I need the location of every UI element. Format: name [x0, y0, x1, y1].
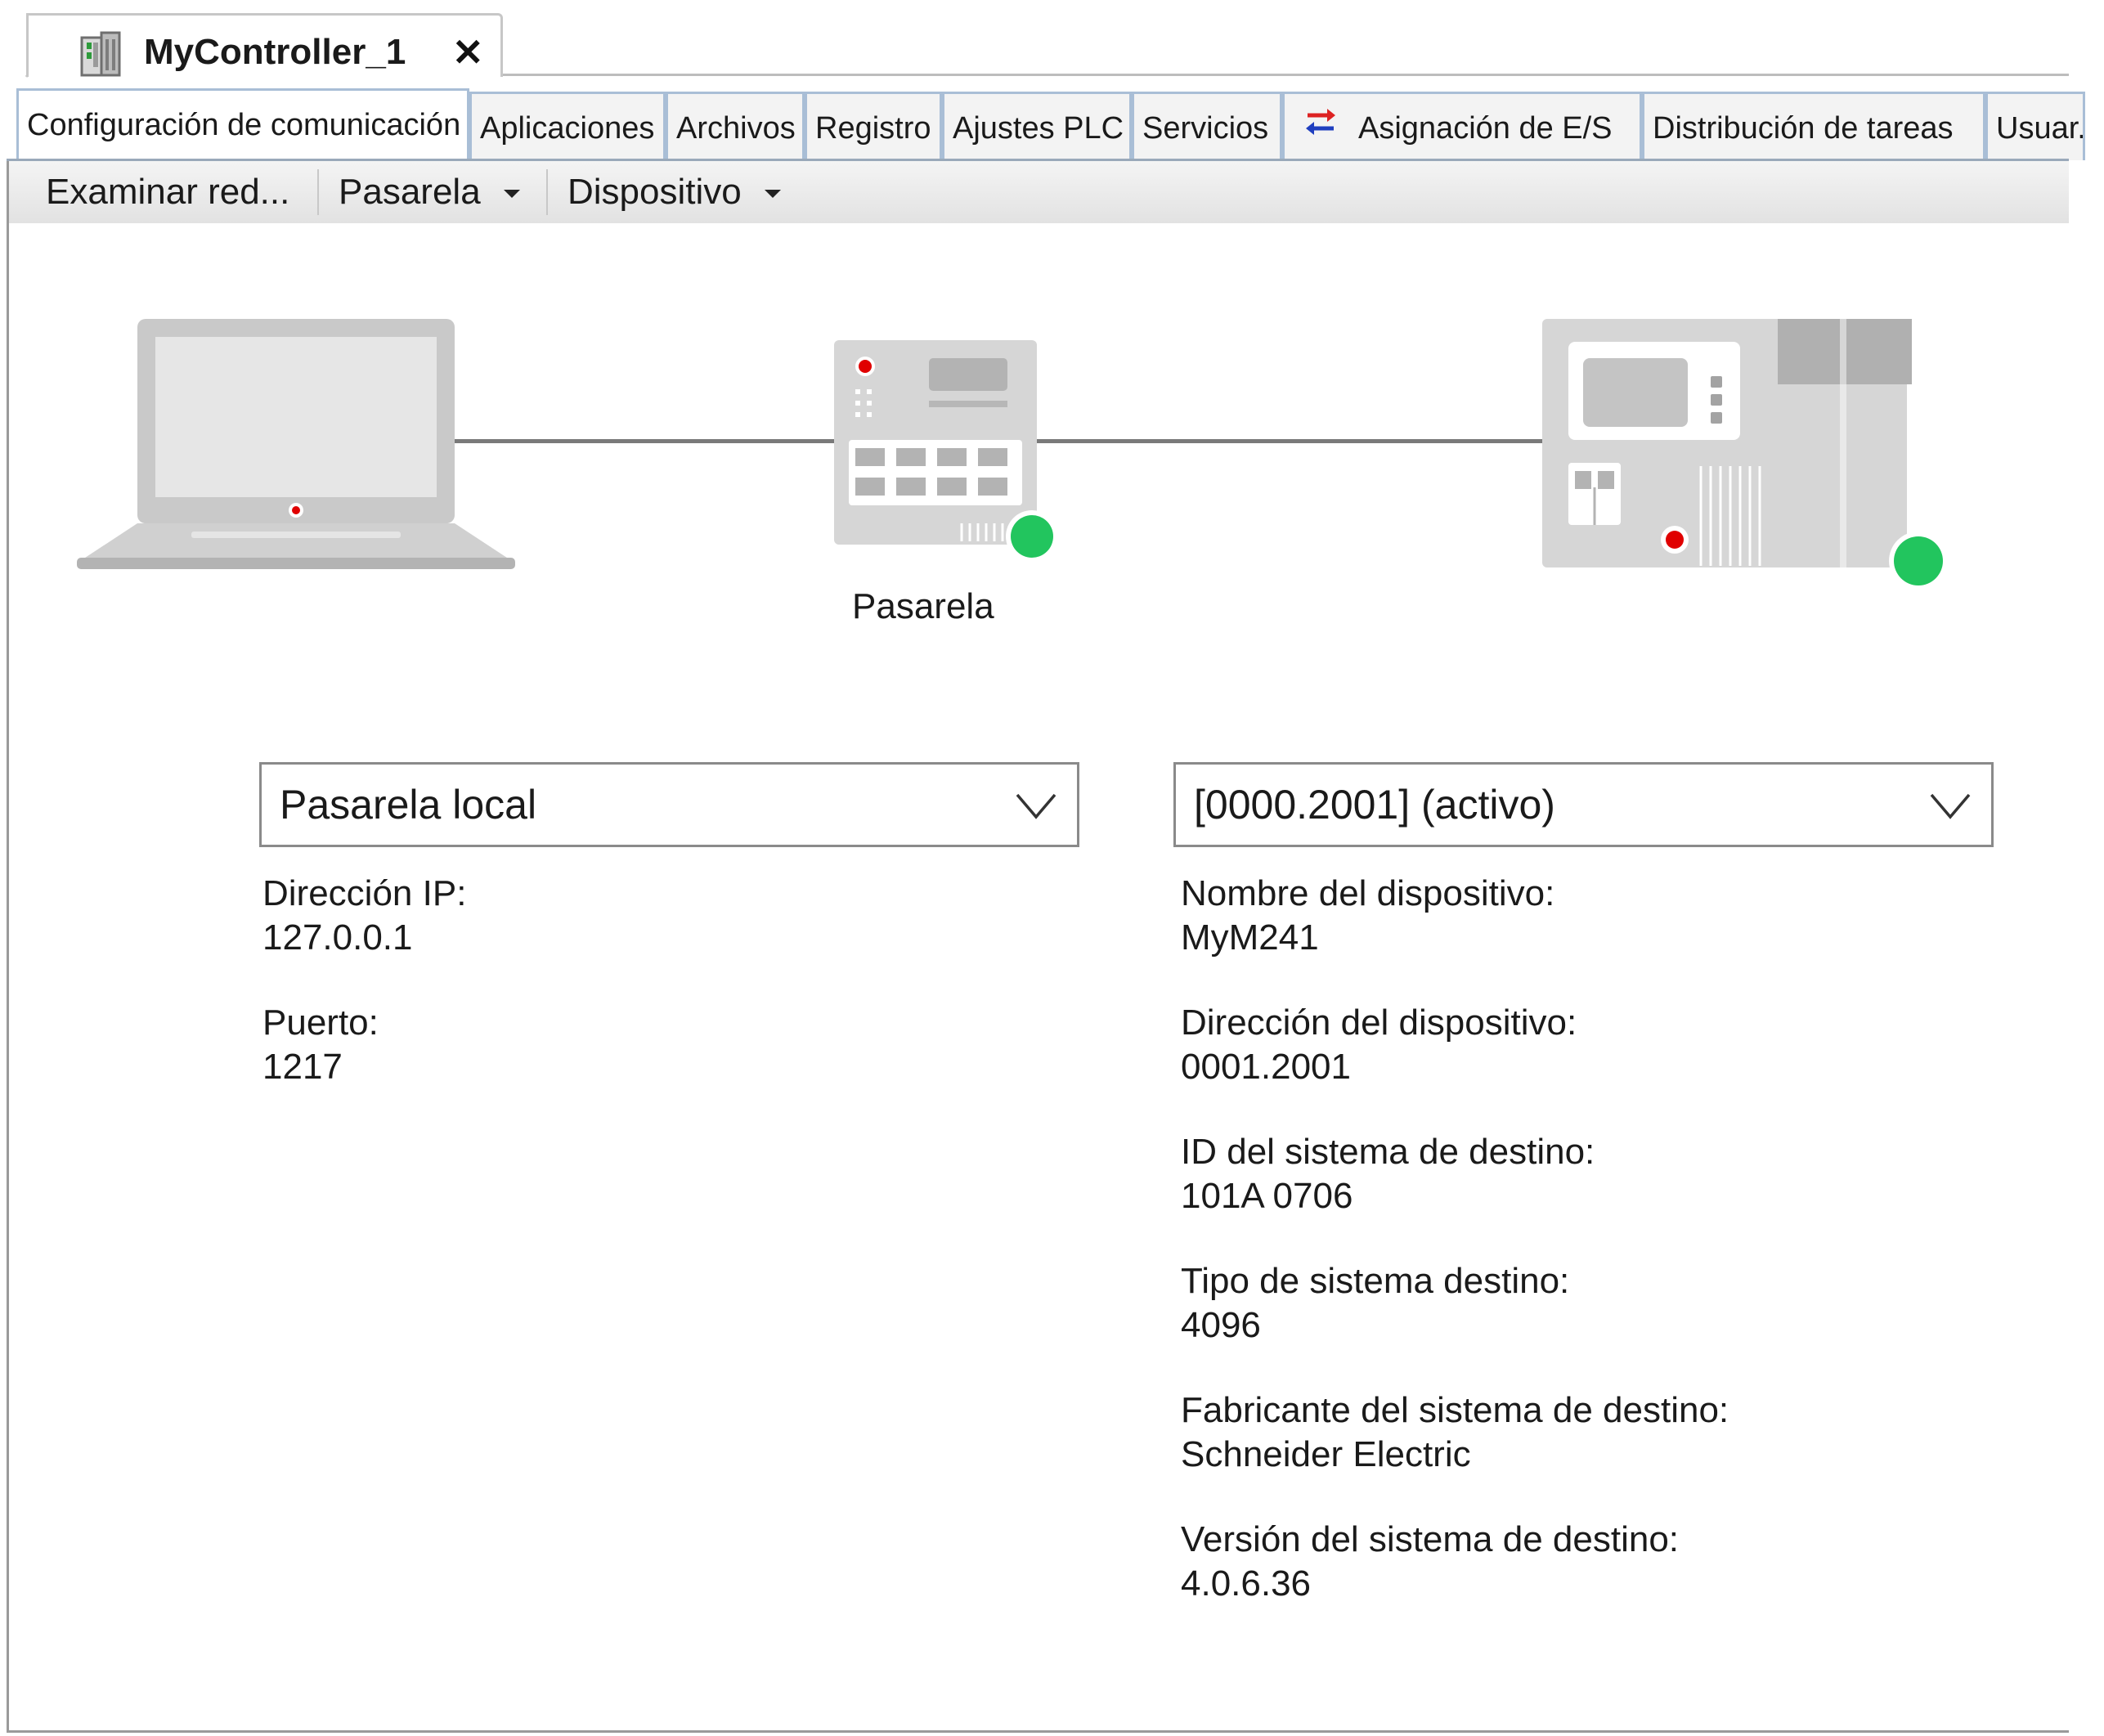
chevron-down-icon [1016, 793, 1056, 819]
ip-address-value: 127.0.0.1 [262, 917, 413, 958]
tab-label: Asignación de E/S [1358, 111, 1613, 146]
tab-strip-divider [503, 74, 2069, 76]
dropdown-caret-icon [764, 190, 781, 199]
target-type-label: Tipo de sistema destino: [1181, 1261, 1570, 1301]
toolbar-separator [317, 169, 319, 215]
tab-log[interactable]: Registro [805, 92, 942, 160]
tab-task-deployment[interactable]: Distribución de tareas [1642, 92, 1985, 160]
toolbar-separator [546, 169, 548, 215]
tab-communication-settings[interactable]: Configuración de comunicación [16, 88, 469, 164]
communication-toolbar: Examinar red... Pasarela Dispositivo [7, 161, 2069, 223]
controller-device-icon [1542, 319, 1948, 590]
device-menu-label: Dispositivo [567, 172, 742, 212]
tab-label: Archivos [676, 111, 796, 146]
device-name-value: MyM241 [1181, 917, 1319, 958]
controller-icon [80, 31, 121, 77]
tab-users[interactable]: Usuar. [1985, 92, 2085, 160]
tab-plc-settings[interactable]: Ajustes PLC [942, 92, 1132, 160]
gateway-caption: Pasarela [852, 586, 994, 626]
tab-applications[interactable]: Aplicaciones [469, 92, 666, 160]
swap-arrows-icon [1306, 109, 1335, 135]
device-select-value: [0000.2001] (activo) [1194, 782, 1555, 828]
ip-address-label: Dirección IP: [262, 873, 467, 913]
port-label: Puerto: [262, 1003, 379, 1043]
gateway-select[interactable]: Pasarela local [259, 762, 1079, 847]
target-type-value: 4096 [1181, 1305, 1261, 1345]
target-vendor-value: Schneider Electric [1181, 1434, 1471, 1474]
editor-subtabs: Configuración de comunicación Aplicacion… [16, 88, 2104, 164]
tab-label: Configuración de comunicación [27, 108, 461, 142]
editor-window: MyController_1 ✕ Configuración de comuni… [0, 0, 2104, 1736]
tab-label: Usuar. [1996, 111, 2085, 146]
target-version-value: 4.0.6.36 [1181, 1563, 1312, 1604]
tab-label: Servicios [1142, 111, 1269, 146]
gateway-menu-button[interactable]: Pasarela [339, 161, 520, 223]
document-tab-title: MyController_1 [144, 32, 406, 72]
content-frame-bottom [7, 1730, 2069, 1733]
dropdown-caret-icon [503, 190, 520, 199]
close-tab-icon[interactable]: ✕ [452, 28, 484, 77]
port-value: 1217 [262, 1047, 343, 1087]
tab-label: Registro [815, 111, 931, 146]
tab-services[interactable]: Servicios [1132, 92, 1282, 160]
device-name-label: Nombre del dispositivo: [1181, 873, 1555, 913]
target-version-label: Versión del sistema de destino: [1181, 1519, 1680, 1559]
gateway-device-icon [834, 340, 1058, 563]
gateway-select-value: Pasarela local [280, 782, 537, 828]
device-status-indicator [1894, 536, 1943, 585]
target-id-label: ID del sistema de destino: [1181, 1132, 1595, 1172]
laptop-icon [77, 319, 515, 569]
gateway-status-indicator [1011, 515, 1053, 558]
scan-network-button[interactable]: Examinar red... [46, 161, 289, 223]
content-frame-left [7, 161, 9, 1731]
device-address-label: Dirección del dispositivo: [1181, 1003, 1577, 1043]
target-id-value: 101A 0706 [1181, 1176, 1353, 1216]
device-select[interactable]: [0000.2001] (activo) [1173, 762, 1994, 847]
tab-io-mapping[interactable]: Asignación de E/S [1282, 92, 1642, 160]
tab-files[interactable]: Archivos [666, 92, 805, 160]
tab-label: Distribución de tareas [1653, 111, 1954, 146]
chevron-down-icon [1930, 793, 1971, 819]
connection-line-gateway-device [1034, 439, 1547, 443]
target-vendor-label: Fabricante del sistema de destino: [1181, 1390, 1729, 1430]
tab-label: Aplicaciones [480, 111, 655, 146]
device-address-value: 0001.2001 [1181, 1047, 1351, 1087]
device-menu-button[interactable]: Dispositivo [567, 161, 781, 223]
gateway-menu-label: Pasarela [339, 172, 481, 212]
tab-label: Ajustes PLC [953, 111, 1124, 146]
